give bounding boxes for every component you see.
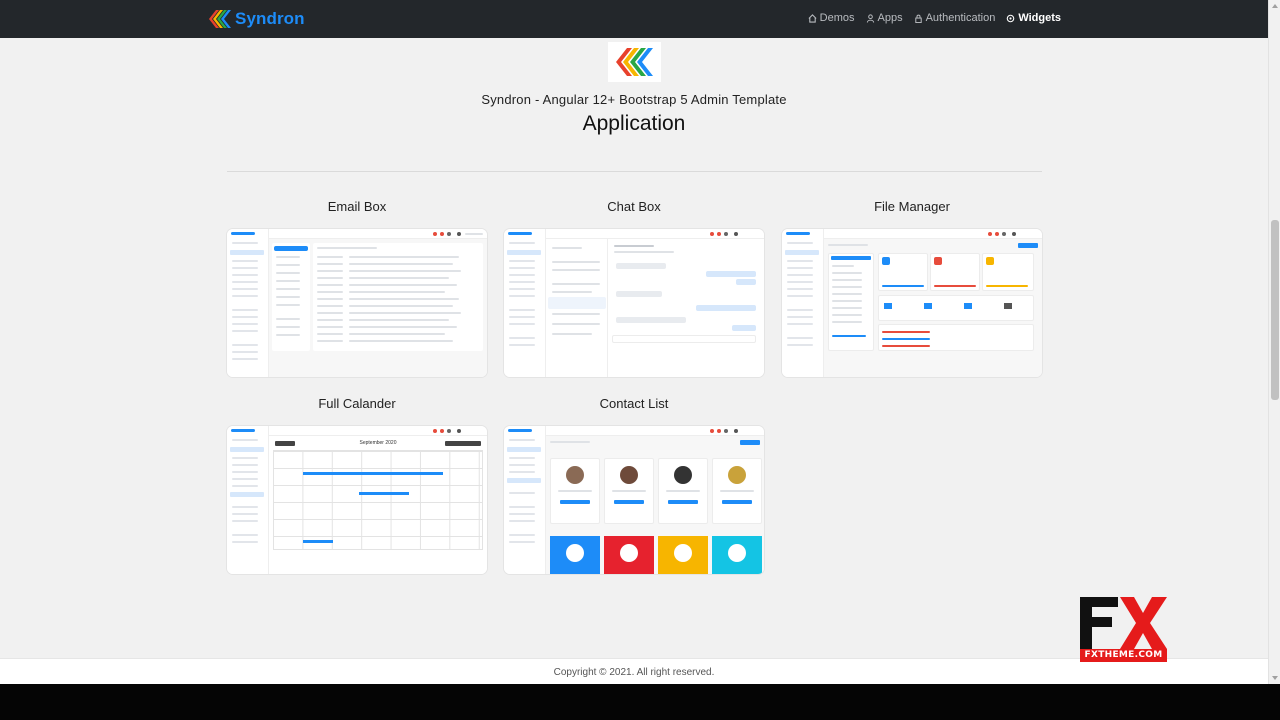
scroll-down-arrow-icon[interactable]: [1272, 676, 1278, 680]
syndron-logo-icon: [615, 48, 653, 76]
nav-menu: Demos Apps Authentication Widgets: [808, 12, 1061, 24]
contact-list-preview[interactable]: [504, 426, 764, 574]
fx-logo-icon: [1080, 597, 1167, 649]
nav-item-widgets[interactable]: Widgets: [1006, 12, 1061, 24]
brand-link[interactable]: Syndron: [208, 8, 305, 30]
card-title: Full Calander: [318, 396, 396, 411]
hero-logo: [608, 42, 661, 82]
file-manager-preview[interactable]: [782, 229, 1042, 377]
page-title: Application: [582, 112, 686, 135]
nav-item-label: Authentication: [925, 12, 996, 24]
nav-item-authentication[interactable]: Authentication: [914, 12, 996, 24]
chat-box-preview[interactable]: [504, 229, 764, 377]
top-navbar: Syndron Demos Apps Authentication Widget…: [0, 0, 1268, 38]
bottom-black-bar: [0, 684, 1280, 720]
preview-sidebar: [504, 229, 546, 377]
divider: [227, 171, 1042, 172]
card-title: Contact List: [599, 396, 669, 411]
brand-name: Syndron: [235, 9, 305, 28]
widgets-icon: [1007, 14, 1015, 22]
email-box-preview[interactable]: [227, 229, 487, 377]
user-icon: [866, 13, 874, 23]
card-full-calendar: Full Calander September 2020: [227, 396, 487, 574]
card-title: Email Box: [327, 199, 387, 214]
syndron-logo-icon: [209, 10, 231, 28]
card-title: File Manager: [874, 199, 950, 214]
fxtheme-watermark: FXTHEME.COM: [1080, 597, 1167, 665]
card-file-manager: File Manager: [782, 199, 1042, 377]
preview-sidebar: [227, 229, 269, 377]
preview-sidebar: [227, 426, 269, 574]
lock-icon: [914, 14, 922, 23]
scroll-thumb[interactable]: [1271, 220, 1279, 400]
nav-item-apps[interactable]: Apps: [866, 12, 903, 24]
home-icon: [808, 13, 817, 23]
page-subtitle: Syndron - Angular 12+ Bootstrap 5 Admin …: [481, 92, 787, 107]
footer: Copyright © 2021. All right reserved.: [0, 658, 1268, 684]
nav-item-label: Widgets: [1018, 12, 1061, 24]
preview-sidebar: [504, 426, 546, 574]
full-calendar-preview[interactable]: September 2020: [227, 426, 487, 574]
nav-item-label: Demos: [819, 12, 855, 24]
card-contact-list: Contact List: [504, 396, 764, 574]
copyright-text: Copyright © 2021. All right reserved.: [553, 667, 715, 678]
preview-sidebar: [782, 229, 824, 377]
card-email-box: Email Box: [227, 199, 487, 377]
scroll-up-arrow-icon[interactable]: [1272, 4, 1278, 8]
watermark-caption: FXTHEME.COM: [1080, 649, 1167, 662]
nav-item-label: Apps: [877, 12, 903, 24]
card-chat-box: Chat Box: [504, 199, 764, 377]
card-title: Chat Box: [607, 199, 661, 214]
page-scrollbar[interactable]: [1268, 0, 1280, 684]
nav-item-demos[interactable]: Demos: [808, 12, 855, 24]
calendar-month-label: September 2020: [359, 440, 397, 446]
